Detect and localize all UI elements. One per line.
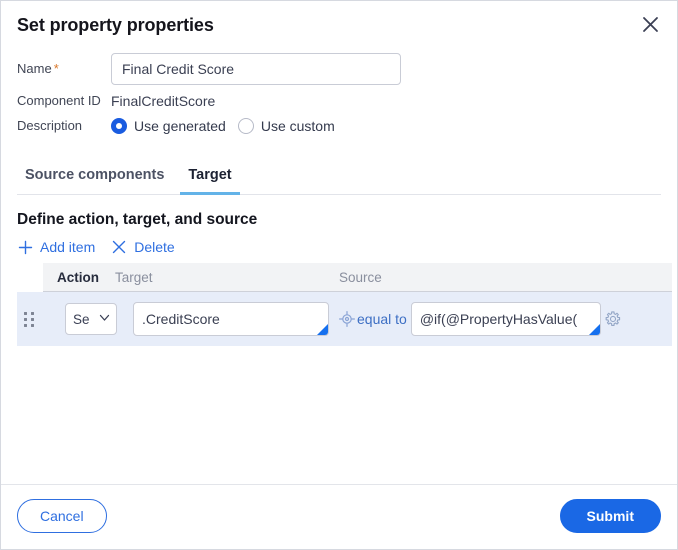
component-id-value: FinalCreditScore	[111, 93, 216, 109]
required-marker: *	[53, 61, 59, 76]
set-property-properties-dialog: Set property properties Name* Component …	[0, 0, 678, 550]
operator-label: equal to	[357, 311, 407, 327]
source-expression-value: @if(@PropertyHasValue(	[419, 311, 578, 327]
column-header-source: Source	[339, 269, 382, 285]
gear-icon[interactable]	[604, 310, 622, 328]
name-input[interactable]	[111, 53, 401, 85]
action-select[interactable]: Se	[65, 303, 117, 335]
component-id-row: Component ID FinalCreditScore	[17, 91, 661, 111]
define-action-section: Define action, target, and source Add it…	[1, 195, 677, 484]
name-label: Name *	[17, 60, 111, 78]
tab-target[interactable]: Target	[180, 163, 240, 195]
source-expression-input[interactable]: @if(@PropertyHasValue(	[410, 302, 601, 336]
grid-header-row: Action Target Source	[43, 263, 672, 292]
column-header-target: Target	[115, 269, 153, 285]
plus-icon	[17, 239, 33, 255]
column-header-action: Action	[57, 269, 99, 285]
expression-corner-marker	[588, 324, 600, 335]
grid-toolbar: Add item Delete	[17, 239, 661, 255]
name-label-text: Name	[17, 61, 52, 76]
chevron-down-icon	[98, 311, 111, 327]
target-expression-input[interactable]: .CreditScore	[133, 302, 329, 336]
action-target-source-grid: Action Target Source Se .CreditScore equ…	[17, 263, 672, 346]
cancel-button[interactable]: Cancel	[17, 499, 107, 533]
property-form: Name* Component ID FinalCreditScore Desc…	[1, 43, 677, 141]
name-row: Name *	[17, 53, 661, 85]
dialog-footer: Cancel Submit	[1, 484, 677, 549]
crosshair-target-icon	[339, 311, 355, 327]
component-id-label: Component ID	[17, 93, 101, 108]
description-row: Description Use generated Use custom	[17, 117, 661, 135]
close-icon[interactable]	[635, 9, 665, 39]
tab-source-components[interactable]: Source components	[17, 163, 172, 195]
add-item-label: Add item	[40, 239, 96, 255]
table-row: Se .CreditScore equal to @if(@PropertyHa…	[17, 292, 672, 346]
action-select-value: Se	[73, 311, 90, 327]
radio-unselected-icon	[237, 118, 254, 134]
delete-label: Delete	[134, 239, 175, 255]
page-title: Set property properties	[17, 15, 214, 35]
expression-corner-marker	[317, 324, 328, 335]
radio-use-custom-label: Use custom	[260, 118, 335, 134]
target-expression-value: .CreditScore	[142, 311, 220, 327]
section-heading: Define action, target, and source	[17, 211, 258, 228]
add-item-button[interactable]: Add item	[17, 239, 95, 255]
description-radio-group: Use generated Use custom	[111, 118, 335, 134]
drag-handle-icon[interactable]	[23, 310, 35, 328]
radio-selected-icon	[111, 118, 127, 134]
close-x-icon	[111, 239, 127, 255]
delete-button[interactable]: Delete	[111, 239, 175, 255]
radio-use-generated[interactable]: Use generated	[111, 118, 226, 134]
description-label: Description	[17, 118, 83, 133]
radio-use-generated-label: Use generated	[134, 118, 226, 134]
dialog-header: Set property properties	[1, 1, 677, 43]
radio-use-custom[interactable]: Use custom	[237, 118, 335, 134]
submit-button[interactable]: Submit	[559, 499, 661, 533]
tab-bar: Source components Target	[17, 163, 661, 195]
